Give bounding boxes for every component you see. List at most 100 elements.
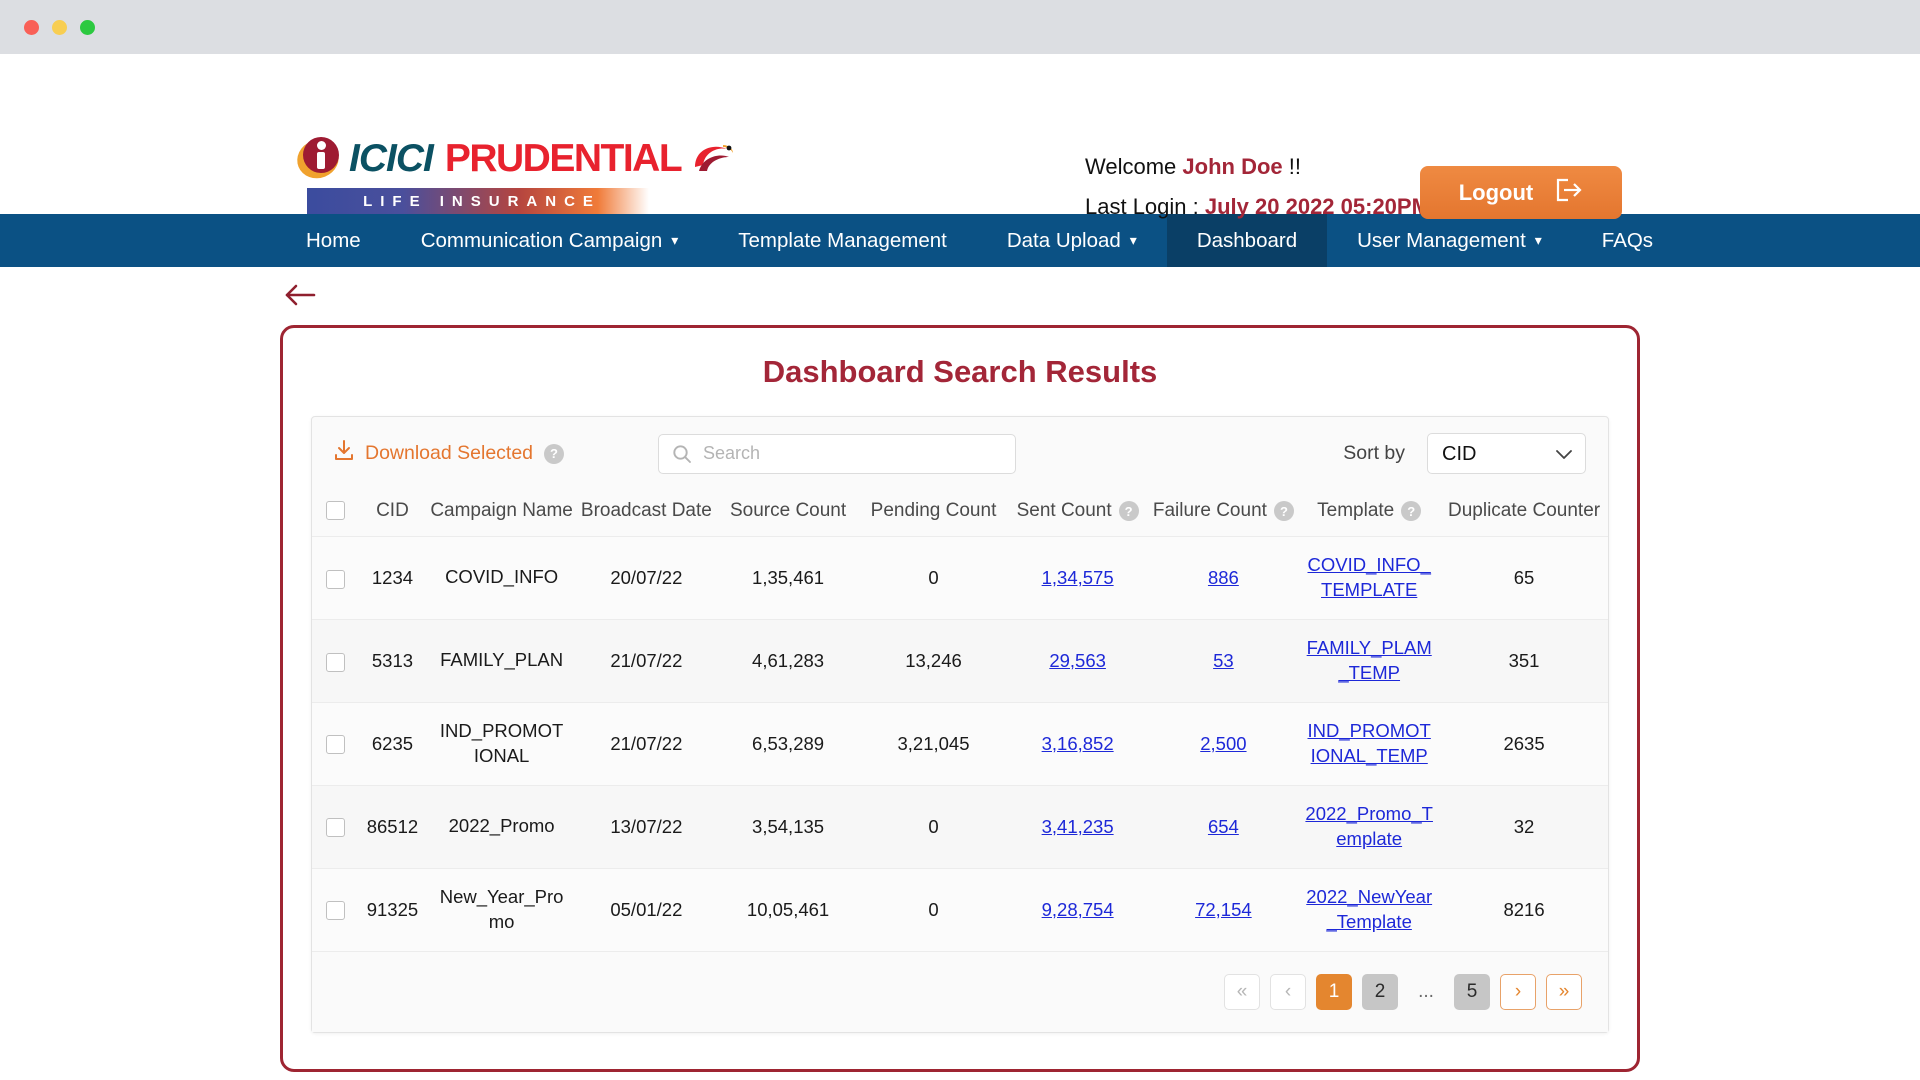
cell-campaign-name: New_Year_Promo	[426, 868, 577, 952]
cell-pending-count: 0	[860, 868, 1007, 952]
sent-count-link[interactable]: 3,16,852	[1042, 733, 1114, 754]
pagination-prev-button[interactable]: ‹	[1270, 973, 1306, 1010]
pagination-ellipsis: ...	[1418, 980, 1434, 1002]
nav-item-template-management[interactable]: Template Management	[708, 214, 977, 267]
cell-source-count: 3,54,135	[715, 785, 861, 869]
sort-by-select[interactable]: CID	[1427, 433, 1586, 474]
th-campaign-name[interactable]: Campaign Name	[426, 490, 577, 537]
table-row: 91325 New_Year_Promo 05/01/22 10,05,461 …	[312, 868, 1608, 952]
th-label-sent-count: Sent Count	[1016, 500, 1112, 521]
th-label-template: Template	[1317, 500, 1395, 521]
row-checkbox[interactable]	[325, 652, 345, 672]
template-help-icon[interactable]: ?	[1401, 501, 1422, 521]
logo-tagline-text: LIFE INSURANCE	[363, 192, 601, 210]
window-maximize-dot[interactable]	[80, 19, 95, 35]
th-label-duplicate-counter: Duplicate Counter	[1448, 500, 1601, 521]
icici-logo-icon	[291, 131, 345, 184]
pagination-next-button[interactable]: ›	[1500, 973, 1536, 1010]
cell-broadcast-date: 21/07/22	[576, 619, 716, 703]
search-input[interactable]	[658, 433, 1017, 474]
cell-sent-count: 29,563	[1006, 619, 1149, 703]
template-link[interactable]: IND_PROMOTIONAL_TEMP	[1305, 719, 1433, 769]
results-panel: Download Selected ? Sort by CID	[311, 416, 1609, 1033]
cell-source-count: 1,35,461	[715, 536, 861, 620]
th-duplicate-counter[interactable]: Duplicate Counter	[1440, 490, 1608, 537]
window-close-dot[interactable]	[24, 19, 39, 35]
pagination-first-button[interactable]: «	[1224, 973, 1260, 1010]
logo-tagline-bar: LIFE INSURANCE	[307, 188, 649, 214]
cell-sent-count: 1,34,575	[1006, 536, 1149, 620]
failure-count-link[interactable]: 2,500	[1200, 733, 1246, 754]
row-checkbox[interactable]	[325, 735, 345, 755]
download-help-icon[interactable]: ?	[544, 443, 565, 464]
window-minimize-dot[interactable]	[52, 19, 67, 35]
cell-pending-count: 13,246	[860, 619, 1007, 703]
cell-sent-count: 3,41,235	[1006, 785, 1149, 869]
download-selected-button[interactable]: Download Selected ?	[334, 440, 565, 467]
th-cid[interactable]: CID	[358, 490, 427, 537]
logout-icon	[1555, 177, 1583, 209]
search-box	[658, 433, 1017, 474]
nav-item-communication-campaign[interactable]: Communication Campaign ▾	[391, 214, 709, 267]
template-link[interactable]: FAMILY_PLAM_TEMP	[1305, 636, 1433, 686]
campaign-name-text: New_Year_Promo	[439, 885, 564, 932]
cell-failure-count: 654	[1148, 785, 1299, 869]
last-login-line: Last Login : July 20 2022 05:20PM	[1085, 194, 1430, 220]
th-broadcast-date[interactable]: Broadcast Date	[576, 490, 716, 537]
template-link[interactable]: COVID_INFO_TEMPLATE	[1305, 553, 1433, 603]
pagination-page-1[interactable]: 1	[1316, 973, 1352, 1010]
row-checkbox[interactable]	[325, 901, 345, 921]
site-header: ICICI PRUDENTIAL LIFE INSURANCE Welcome …	[0, 54, 1920, 219]
template-link[interactable]: 2022_Promo_Template	[1305, 802, 1433, 852]
sent-count-help-icon[interactable]: ?	[1118, 501, 1139, 521]
nav-item-faqs[interactable]: FAQs	[1572, 214, 1683, 267]
results-table-head: CID Campaign Name Broadcast Date Source …	[312, 490, 1608, 537]
cell-campaign-name: 2022_Promo	[426, 785, 577, 869]
cell-failure-count: 886	[1148, 536, 1299, 620]
failure-count-link[interactable]: 654	[1208, 816, 1239, 837]
sent-count-link[interactable]: 1,34,575	[1042, 567, 1114, 588]
pagination-last-button[interactable]: »	[1546, 973, 1582, 1010]
pagination-page-5[interactable]: 5	[1454, 973, 1490, 1010]
cell-broadcast-date: 13/07/22	[576, 785, 716, 869]
row-select-cell	[312, 785, 359, 869]
cell-pending-count: 0	[860, 536, 1007, 620]
cell-broadcast-date: 05/01/22	[576, 868, 716, 952]
chevron-down-icon: ▾	[671, 232, 679, 248]
brand-logo[interactable]: ICICI PRUDENTIAL LIFE INSURANCE	[291, 131, 734, 214]
dashboard-results-card: Dashboard Search Results Download Select…	[280, 325, 1640, 1072]
th-label-campaign-name: Campaign Name	[430, 500, 573, 521]
nav-item-home[interactable]: Home	[276, 214, 391, 267]
failure-count-link[interactable]: 72,154	[1195, 899, 1252, 920]
th-template[interactable]: Template ?	[1298, 490, 1441, 537]
sent-count-link[interactable]: 9,28,754	[1042, 899, 1114, 920]
sent-count-link[interactable]: 3,41,235	[1042, 816, 1114, 837]
cell-campaign-name: COVID_INFO	[426, 536, 577, 620]
failure-count-link[interactable]: 886	[1208, 567, 1239, 588]
th-pending-count[interactable]: Pending Count	[860, 490, 1007, 537]
logout-button[interactable]: Logout	[1420, 166, 1622, 219]
back-arrow-icon[interactable]	[283, 281, 317, 309]
th-failure-count[interactable]: Failure Count ?	[1148, 490, 1299, 537]
pagination-page-2[interactable]: 2	[1362, 973, 1398, 1010]
th-source-count[interactable]: Source Count	[715, 490, 861, 537]
download-icon	[334, 440, 354, 467]
th-sent-count[interactable]: Sent Count ?	[1006, 490, 1149, 537]
cell-broadcast-date: 20/07/22	[576, 536, 716, 620]
failure-count-help-icon[interactable]: ?	[1273, 501, 1294, 521]
failure-count-link[interactable]: 53	[1213, 650, 1234, 671]
row-checkbox[interactable]	[325, 569, 345, 589]
cell-cid: 91325	[358, 868, 427, 952]
chevron-down-icon: ▾	[1534, 232, 1542, 248]
sent-count-link[interactable]: 29,563	[1049, 650, 1106, 671]
template-link[interactable]: 2022_NewYear_Template	[1305, 885, 1433, 935]
nav-label-faqs: FAQs	[1601, 228, 1654, 252]
select-all-checkbox[interactable]	[325, 501, 345, 521]
campaign-name-text: COVID_INFO	[445, 566, 559, 588]
th-select-all	[312, 490, 359, 537]
back-row	[0, 267, 1920, 325]
row-checkbox[interactable]	[325, 818, 345, 838]
cell-template: 2022_Promo_Template	[1298, 785, 1441, 869]
welcome-prefix: Welcome	[1085, 154, 1177, 179]
th-label-failure-count: Failure Count	[1152, 500, 1267, 521]
